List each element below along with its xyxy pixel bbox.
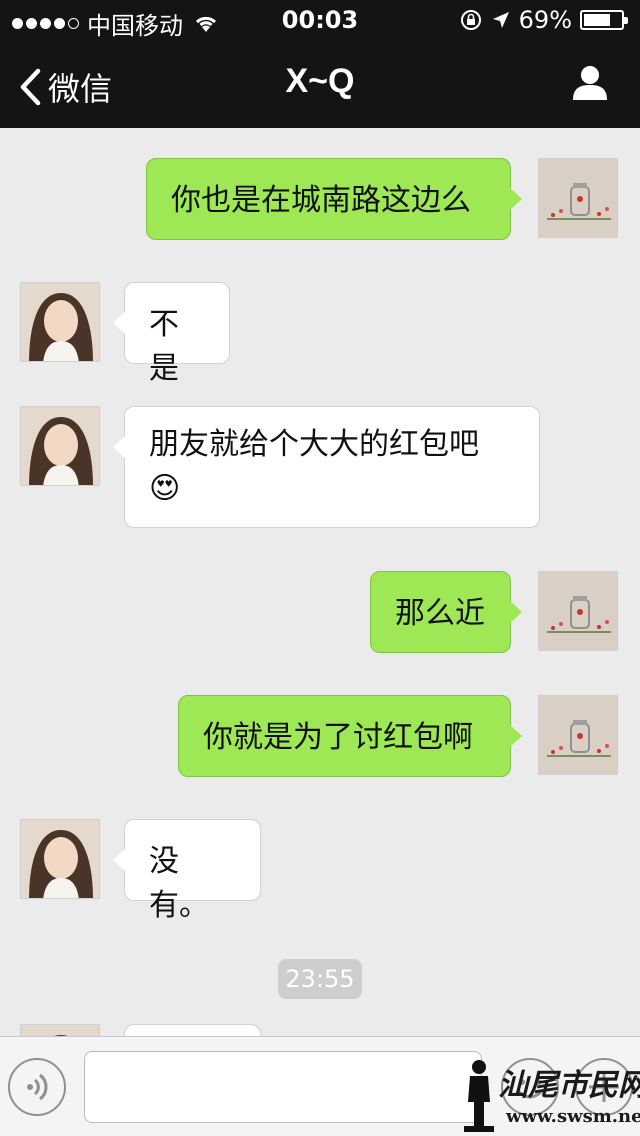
chat-title: X~Q [285,62,355,100]
contact-photo [21,1025,99,1036]
battery-percent: 69% [518,6,572,34]
message-bubble-sent[interactable]: 你也是在城南路这边么 [146,158,522,240]
my-avatar[interactable] [538,571,618,651]
battery-icon [580,10,628,30]
rotation-lock-icon [460,10,481,30]
voice-icon [27,1073,48,1101]
message-text: 朋友就给个大大的红包吧 [149,427,479,462]
message-input[interactable] [84,1051,482,1123]
message-bubble-received[interactable] [124,1024,261,1036]
status-right: 69% [459,6,628,34]
message-bubble-received[interactable]: 不是 [113,282,230,386]
chat-area[interactable]: 你也是在城南路这边么 不是 朋友就给个大大的红包吧 😍 那么近 你就是为了讨红包… [0,128,640,1036]
message-bubble-received[interactable]: 没有。 [113,819,261,923]
message-text: 不是 [149,307,179,386]
contact-photo [21,407,99,485]
nav-bar: 微信 X~Q [0,40,640,128]
contact-avatar[interactable] [20,819,100,899]
contact-avatar[interactable] [20,1024,100,1036]
timestamp-divider: 23:55 [278,959,362,999]
watermark-url: www.swsm.net [506,1106,640,1127]
message-text: 没有。 [149,844,209,923]
watermark-name: 汕尾市民网 [498,1068,640,1103]
message-bubble-received[interactable]: 朋友就给个大大的红包吧 😍 [113,406,540,528]
message-text: 你也是在城南路这边么 [171,183,471,218]
message-bubble-sent[interactable]: 你就是为了讨红包啊 [178,695,522,777]
watermark-logo: 汕尾市民网 www.swsm.net [462,1058,640,1132]
jar-image [539,696,617,774]
message-bubble-sent[interactable]: 那么近 [370,571,522,653]
message-text: 那么近 [395,596,485,631]
figure-silhouette-icon [464,1060,494,1132]
status-bar: 中国移动 00:03 69% [0,0,640,40]
jar-image [539,572,617,650]
chat-info-button[interactable] [570,62,610,106]
voice-button[interactable] [8,1058,66,1116]
contact-avatar[interactable] [20,406,100,486]
contact-photo [21,820,99,898]
jar-image [539,159,617,237]
message-text: 你就是为了讨红包啊 [203,720,473,755]
contact-avatar[interactable] [20,282,100,362]
contact-photo [21,283,99,361]
location-arrow-icon [492,12,509,28]
person-icon [573,66,607,100]
my-avatar[interactable] [538,695,618,775]
heart-eyes-emoji: 😍 [149,471,181,506]
my-avatar[interactable] [538,158,618,238]
